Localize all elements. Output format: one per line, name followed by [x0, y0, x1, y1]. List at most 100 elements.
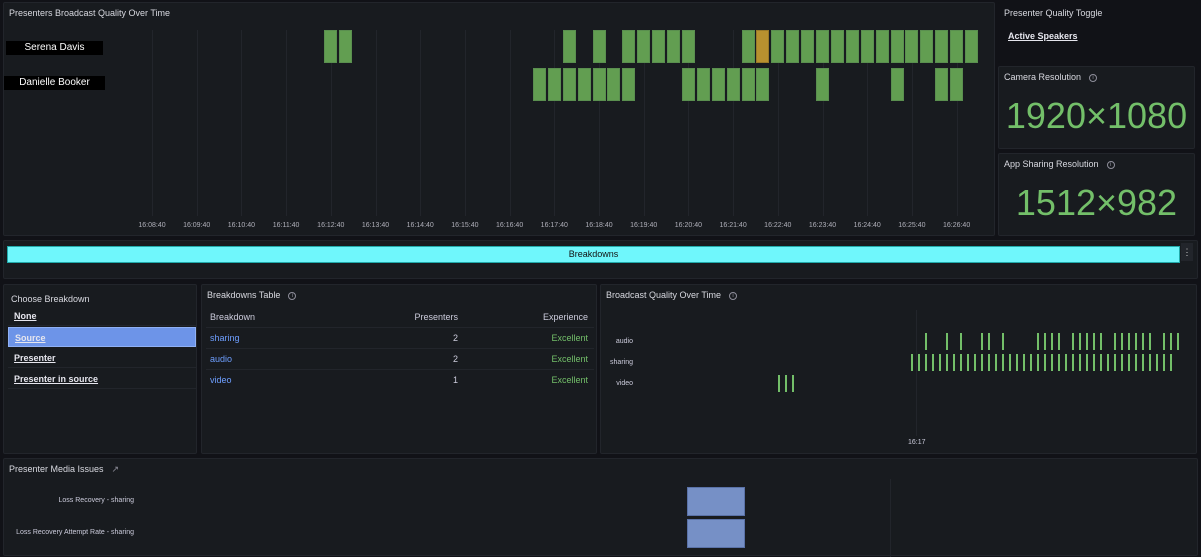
row-label-video: video — [616, 380, 633, 387]
grid-line — [375, 30, 377, 216]
state-bar[interactable] — [786, 30, 800, 63]
x-axis-tick: 16:08:40 — [138, 222, 166, 229]
presenters-cell: 1 — [452, 375, 458, 385]
state-bar[interactable] — [339, 30, 353, 63]
state-bar[interactable] — [622, 68, 636, 101]
x-axis-tick: 16:20:40 — [674, 222, 703, 229]
state-bar[interactable] — [562, 30, 576, 63]
presenters-quality-chart: 16:08:40 16:09:40 16:10:40 16:11:40 16:12:40… — [0, 0, 995, 236]
breakdown-link[interactable]: video — [210, 370, 232, 390]
state-bar[interactable] — [950, 68, 964, 101]
breakdown-option-presenter-in-source[interactable]: Presenter in source — [8, 369, 196, 389]
choose-breakdown-panel: Choose Breakdown None Source Presenter P… — [3, 284, 197, 454]
state-bar[interactable] — [637, 30, 651, 63]
state-bar[interactable] — [801, 30, 815, 63]
panel-title: Breakdowns Table — [207, 290, 281, 300]
column-header-experience[interactable]: Experience — [543, 307, 588, 327]
info-icon[interactable]: i — [1089, 73, 1098, 82]
state-bar[interactable] — [562, 68, 576, 101]
state-bar[interactable] — [681, 68, 695, 101]
state-bar[interactable] — [845, 30, 859, 63]
issue-bar[interactable] — [687, 519, 745, 548]
column-header-breakdown[interactable]: Breakdown — [210, 307, 255, 327]
x-axis-tick: 16:17 — [908, 439, 926, 446]
state-bar[interactable] — [547, 68, 561, 101]
table-row: sharing 2 Excellent — [206, 328, 594, 349]
state-bar[interactable] — [681, 30, 695, 63]
state-bar[interactable] — [607, 68, 621, 101]
state-bar[interactable] — [726, 68, 740, 101]
breakdowns-table-panel: Breakdowns Table i Breakdown Presenters E… — [201, 284, 597, 454]
breakdown-link[interactable]: audio — [210, 349, 232, 369]
panel-title-wrap: App Sharing Resolution i — [1004, 159, 1115, 169]
experience-cell: Excellent — [551, 333, 588, 343]
state-bar[interactable] — [935, 30, 949, 63]
grid-line — [733, 30, 735, 216]
external-link-icon[interactable]: ↗ — [112, 464, 120, 474]
state-bar[interactable] — [667, 30, 680, 63]
kebab-menu-icon[interactable]: ⋮ — [1181, 243, 1193, 261]
info-icon[interactable]: i — [729, 291, 738, 300]
panel-title: Presenter Media Issues — [9, 464, 104, 474]
issue-row-label: Loss Recovery Attempt Rate - sharing — [16, 529, 134, 536]
presenters-cell: 2 — [452, 333, 458, 343]
state-bar[interactable] — [965, 30, 978, 63]
state-bar[interactable] — [950, 30, 964, 63]
state-bar[interactable] — [756, 30, 770, 63]
state-bar[interactable] — [905, 30, 919, 63]
state-bar[interactable] — [875, 30, 889, 63]
state-bar[interactable] — [592, 30, 606, 63]
x-axis-tick: 16:09:40 — [183, 222, 211, 229]
x-axis-tick: 16:24:40 — [853, 222, 881, 229]
grid-line — [890, 479, 891, 557]
state-bar[interactable] — [860, 30, 874, 63]
camera-resolution-panel: Camera Resolution i 1920×1080 — [998, 66, 1195, 149]
state-bar[interactable] — [830, 30, 844, 63]
state-bar[interactable] — [890, 68, 904, 101]
breakdown-option-none[interactable]: None — [8, 306, 196, 326]
state-bar[interactable] — [577, 68, 591, 101]
state-bar[interactable] — [324, 30, 338, 63]
state-bar[interactable] — [696, 68, 710, 101]
state-bar[interactable] — [741, 68, 755, 101]
state-bar[interactable] — [592, 68, 606, 101]
panel-title: Camera Resolution — [1004, 72, 1082, 82]
quality-toggle-panel: Presenter Quality Toggle Active Speakers — [998, 2, 1198, 63]
info-icon[interactable]: i — [288, 291, 297, 300]
issue-bar[interactable] — [687, 487, 745, 516]
breakdown-option-presenter[interactable]: Presenter — [8, 348, 196, 368]
info-icon[interactable]: i — [1106, 160, 1115, 169]
active-speakers-link[interactable]: Active Speakers — [1008, 31, 1078, 41]
panel-title: Presenter Quality Toggle — [1004, 8, 1103, 18]
row-label-audio: audio — [615, 338, 633, 345]
x-axis-tick: 16:18:40 — [585, 222, 613, 229]
state-bar[interactable] — [771, 30, 785, 63]
grid-line — [554, 30, 556, 216]
state-bar[interactable] — [711, 68, 725, 101]
state-bar[interactable] — [935, 68, 949, 101]
breakdowns-row-header[interactable]: Breakdowns — [7, 246, 1180, 263]
column-header-presenters[interactable]: Presenters — [414, 307, 458, 327]
breakdown-link[interactable]: sharing — [210, 328, 240, 348]
broadcast-quality-panel: Broadcast Quality Over Time i — [600, 284, 1197, 454]
state-bar[interactable] — [756, 68, 770, 101]
state-bar[interactable] — [890, 30, 904, 63]
x-axis-tick: 16:14:40 — [406, 222, 434, 229]
state-bar[interactable] — [652, 30, 666, 63]
x-axis-tick: 16:21:40 — [719, 222, 747, 229]
state-bar[interactable] — [741, 30, 755, 63]
state-bar[interactable] — [816, 30, 829, 63]
panel-title-wrap: Camera Resolution i — [1004, 72, 1098, 82]
presenter-media-issues-panel: Presenter Media Issues ↗ Loss Recovery - … — [3, 458, 1198, 557]
panel-title: Broadcast Quality Over Time — [606, 290, 722, 300]
x-axis-tick: 16:23:40 — [808, 222, 837, 229]
state-bar[interactable] — [622, 30, 636, 63]
row-label-serena: Serena Davis — [6, 41, 103, 55]
state-bar[interactable] — [920, 30, 934, 63]
state-bar[interactable] — [816, 68, 829, 101]
row-header-label: Breakdowns — [568, 249, 619, 259]
state-bar[interactable] — [532, 68, 546, 101]
grid-line — [152, 30, 153, 216]
table-header: Breakdown Presenters Experience — [206, 307, 594, 328]
breakdown-option-source[interactable]: Source — [8, 327, 196, 347]
